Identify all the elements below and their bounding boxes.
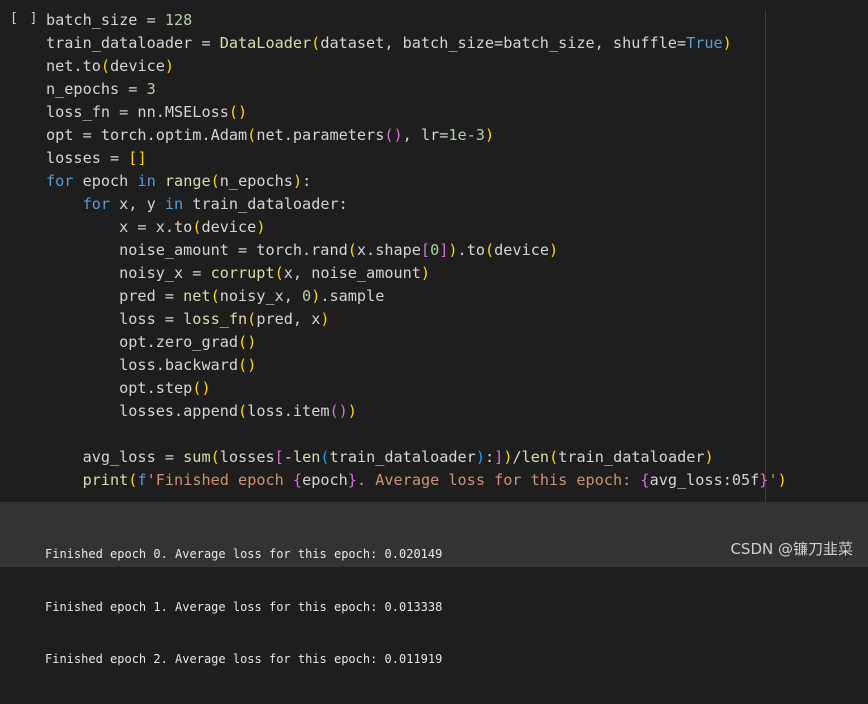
output-line: Finished epoch 2. Average loss for this … — [45, 652, 443, 666]
output-line: Finished epoch 1. Average loss for this … — [45, 599, 443, 614]
code-line[interactable]: for x, y in train_dataloader: — [46, 193, 787, 216]
code-line[interactable]: loss.backward() — [46, 354, 787, 377]
watermark: CSDN @镰刀韭菜 — [730, 540, 853, 558]
code-line[interactable]: avg_loss = sum(losses[-len(train_dataloa… — [46, 446, 787, 469]
output-text: Finished epoch 0. Average loss for this … — [45, 511, 442, 704]
code-line[interactable]: losses.append(loss.item()) — [46, 400, 787, 423]
code-line[interactable] — [46, 423, 787, 446]
cell-run-prompt[interactable]: [ ] — [10, 11, 39, 26]
code-line[interactable]: opt = torch.optim.Adam(net.parameters(),… — [46, 124, 787, 147]
code-line[interactable]: batch_size = 128 — [46, 9, 787, 32]
code-line[interactable]: print(f'Finished epoch {epoch}. Average … — [46, 469, 787, 492]
code-line[interactable]: opt.step() — [46, 377, 787, 400]
code-line[interactable]: n_epochs = 3 — [46, 78, 787, 101]
code-editor[interactable]: batch_size = 128 train_dataloader = DataL… — [46, 9, 787, 492]
code-line[interactable]: noisy_x = corrupt(x, noise_amount) — [46, 262, 787, 285]
code-line[interactable]: opt.zero_grad() — [46, 331, 787, 354]
cell-output: Finished epoch 0. Average loss for this … — [0, 502, 868, 666]
code-line[interactable]: train_dataloader = DataLoader(dataset, b… — [46, 32, 787, 55]
code-line[interactable]: noise_amount = torch.rand(x.shape[0]).to… — [46, 239, 787, 262]
code-line[interactable]: x = x.to(device) — [46, 216, 787, 239]
output-line: Finished epoch 0. Average loss for this … — [45, 547, 443, 561]
code-line[interactable]: loss = loss_fn(pred, x) — [46, 308, 787, 331]
code-line[interactable]: losses = [] — [46, 147, 787, 170]
code-line[interactable]: net.to(device) — [46, 55, 787, 78]
code-cell[interactable]: [ ] batch_size = 128 train_dataloader = D… — [0, 0, 868, 502]
code-line[interactable]: pred = net(noisy_x, 0).sample — [46, 285, 787, 308]
code-line[interactable]: loss_fn = nn.MSELoss() — [46, 101, 787, 124]
code-line[interactable]: for epoch in range(n_epochs): — [46, 170, 787, 193]
